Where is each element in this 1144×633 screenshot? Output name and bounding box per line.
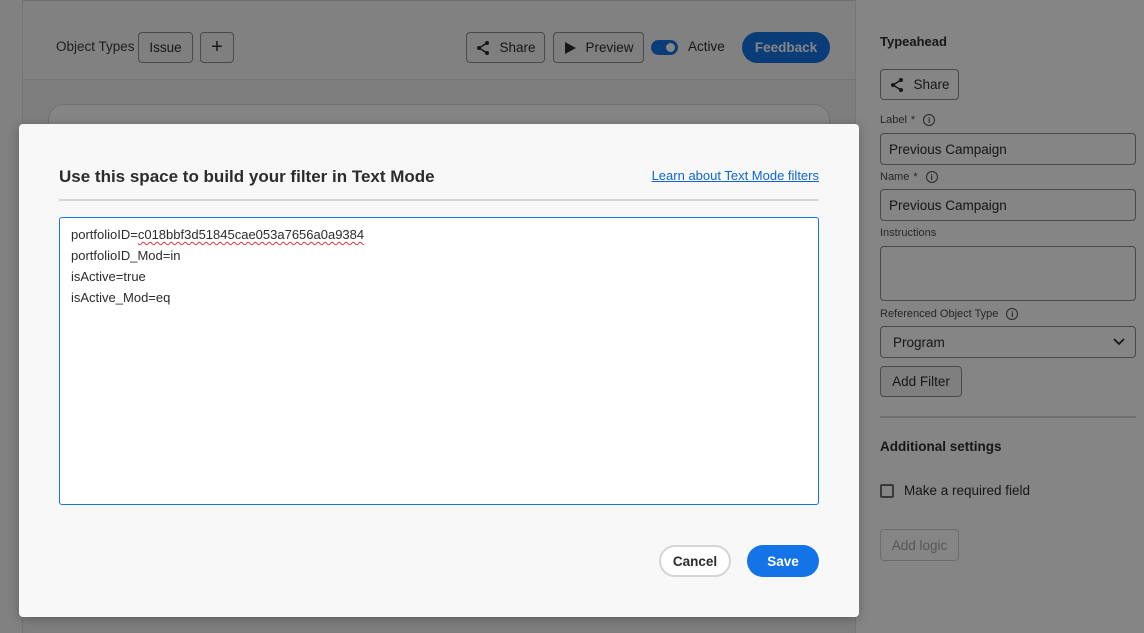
dialog-divider [59, 199, 819, 201]
cancel-button[interactable]: Cancel [659, 545, 731, 577]
filter-line: isActive_Mod=eq [71, 290, 171, 305]
filter-line: portfolioID_Mod=in [71, 248, 181, 263]
save-button[interactable]: Save [747, 545, 819, 577]
learn-text-mode-link[interactable]: Learn about Text Mode filters [652, 168, 819, 183]
spellcheck-token: c018bbf3d51845cae053a7656a0a9384 [137, 227, 365, 242]
filter-line: isActive=true [71, 269, 146, 284]
dialog-title: Use this space to build your filter in T… [59, 167, 435, 186]
filter-text-editor[interactable]: portfolioID=c018bbf3d51845cae053a7656a0a… [59, 217, 819, 505]
filter-line: portfolioID=c018bbf3d51845cae053a7656a0a… [71, 227, 365, 242]
text-mode-filter-dialog: Use this space to build your filter in T… [19, 124, 859, 617]
